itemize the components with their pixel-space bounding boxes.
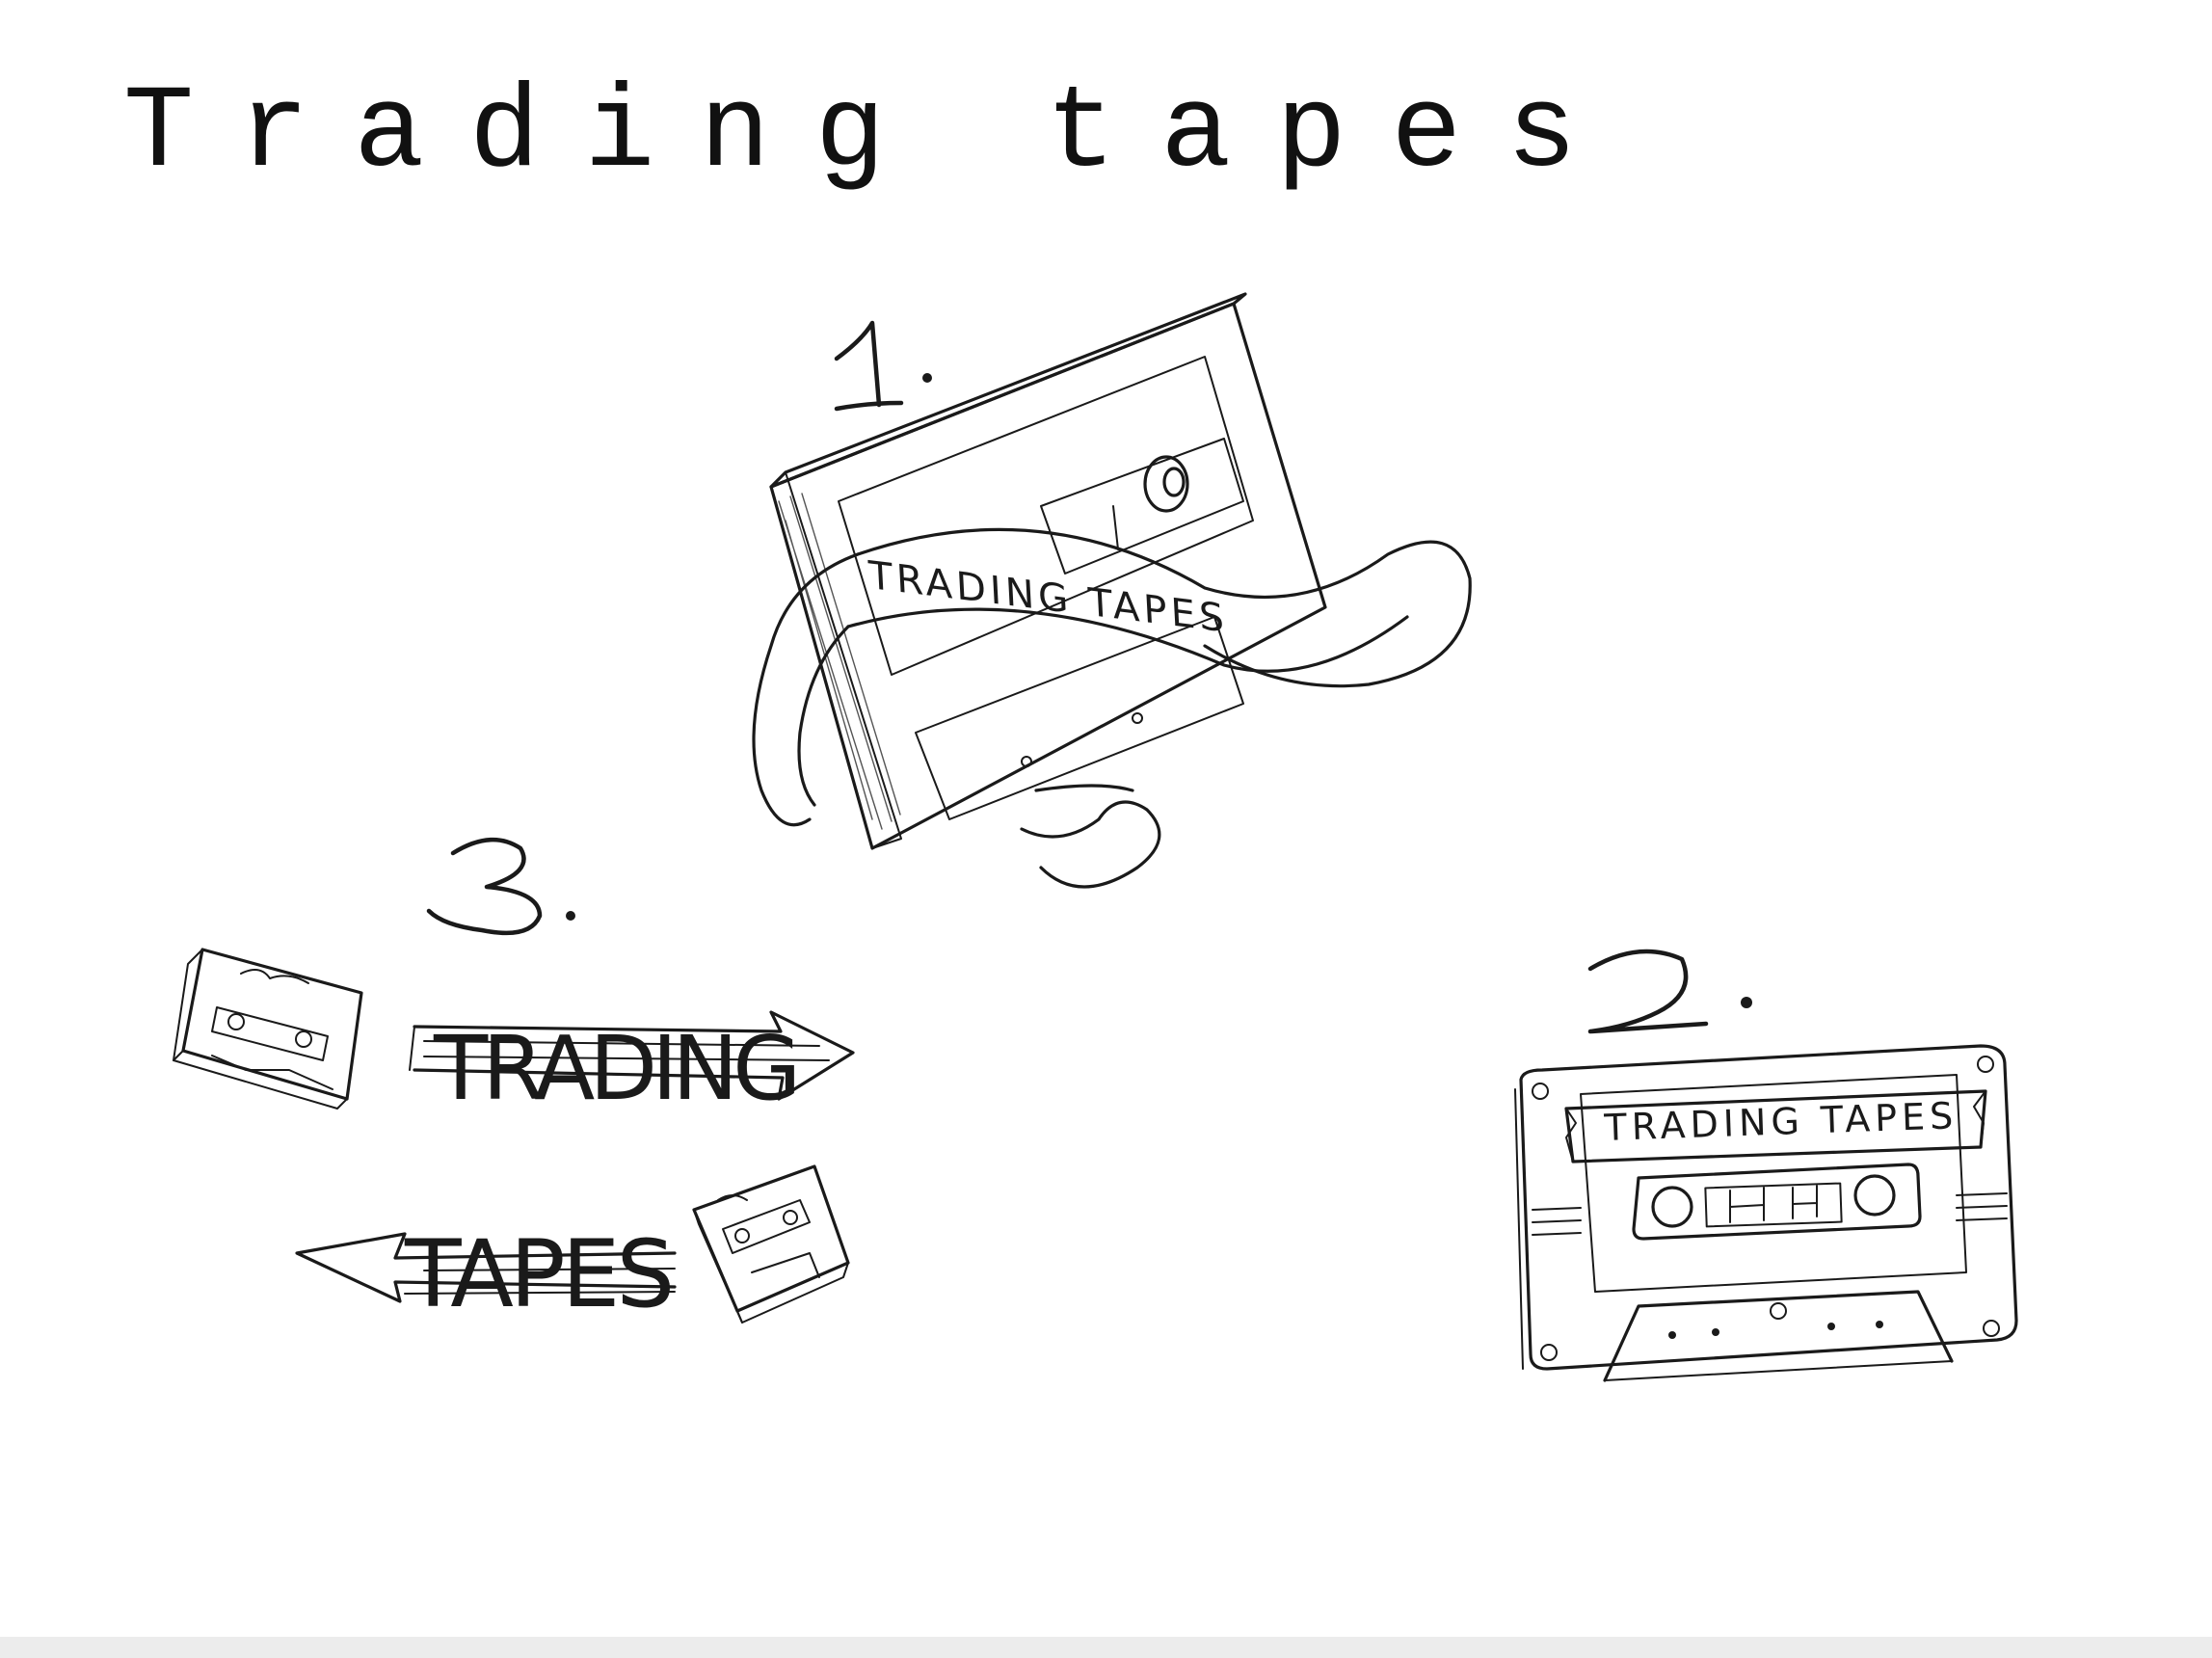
tape-ribbon: TRADING TAPES (752, 527, 1472, 889)
bottom-band (0, 1637, 2212, 1658)
sketch-1-label: TRADING TAPES (866, 552, 1229, 641)
sketch-1: TRADING TAPES (752, 292, 1472, 889)
sketch-2-number (1587, 949, 1752, 1034)
cassette-illustration (769, 292, 1327, 850)
mini-cassette-2 (692, 1164, 850, 1324)
sketch-3-label-bottom: TAPES (404, 1220, 671, 1328)
right-arrow: TRADING (409, 1010, 855, 1120)
sketch-canvas: TRADING TAPES TRADING TAPES TRADING TAPE… (173, 292, 2018, 1382)
sketch-3-number (426, 837, 575, 936)
sketch-2: TRADING TAPES (1514, 949, 2018, 1382)
sketch-3: TRADING TAPES (173, 837, 855, 1328)
mini-cassette-1 (173, 948, 363, 1110)
sketch-2-label: TRADING TAPES (1603, 1094, 1959, 1149)
left-arrow: TAPES (295, 1220, 677, 1328)
sketch-1-number (834, 320, 932, 412)
cassette-front-illustration: TRADING TAPES (1514, 1044, 2018, 1382)
sketch-3-label-top: TRADING (433, 1017, 795, 1120)
